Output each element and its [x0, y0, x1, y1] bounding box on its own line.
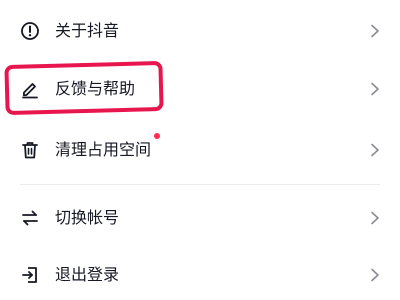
chevron-right-icon	[371, 211, 379, 225]
menu-item-label: 退出登录	[55, 265, 120, 284]
swap-arrows-icon	[22, 210, 38, 226]
menu-item-label: 切换帐号	[55, 208, 120, 227]
menu-item-label: 反馈与帮助	[55, 79, 136, 98]
chevron-right-icon	[371, 82, 379, 96]
menu-item-label: 关于抖音	[55, 21, 120, 40]
chevron-right-icon	[371, 24, 379, 38]
menu-item-label: 清理占用空间	[55, 140, 152, 159]
divider	[20, 184, 380, 185]
chevron-right-icon	[371, 268, 379, 282]
menu-item-about[interactable]: 关于抖音	[0, 6, 400, 56]
menu-item-logout[interactable]: 退出登录	[0, 250, 400, 300]
info-circle-icon	[21, 22, 39, 40]
notification-dot	[154, 133, 160, 139]
trash-icon	[22, 142, 38, 159]
pencil-icon	[22, 83, 38, 99]
logout-icon	[22, 267, 37, 283]
menu-item-feedback-help[interactable]: 反馈与帮助	[0, 64, 400, 114]
menu-item-switch-account[interactable]: 切换帐号	[0, 193, 400, 243]
chevron-right-icon	[371, 143, 379, 157]
menu-item-clear-storage[interactable]: 清理占用空间	[0, 125, 400, 175]
settings-menu: 关于抖音 反馈与帮助 清理占用空间 切换帐号 退出登录	[0, 0, 400, 300]
